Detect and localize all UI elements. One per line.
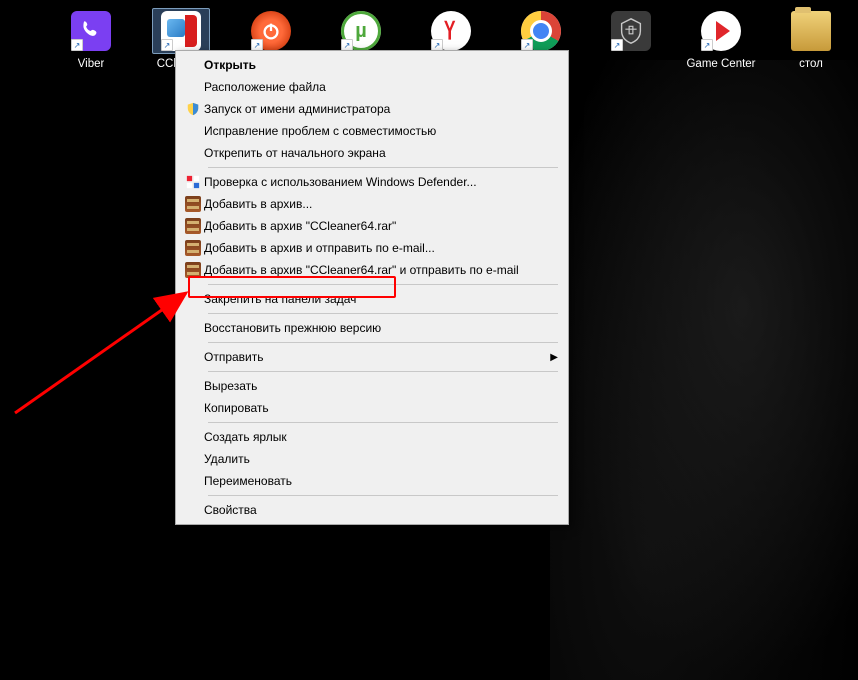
menu-item-file-location[interactable]: Расположение файла — [178, 76, 566, 98]
menu-item-label: Копировать — [204, 401, 558, 415]
menu-item-cut[interactable]: Вырезать — [178, 375, 566, 397]
menu-item-add-archive-named[interactable]: Добавить в архив "CCleaner64.rar" — [178, 215, 566, 237]
menu-item-add-archive[interactable]: Добавить в архив... — [178, 193, 566, 215]
menu-item-label: Свойства — [204, 503, 558, 517]
menu-item-open[interactable]: Открыть — [178, 54, 566, 76]
menu-separator — [208, 371, 558, 372]
menu-item-unpin-start[interactable]: Открепить от начального экрана — [178, 142, 566, 164]
winrar-icon — [182, 261, 204, 279]
desktop-background-texture — [550, 60, 858, 680]
blank-icon — [182, 56, 204, 74]
menu-item-defender-scan[interactable]: Проверка с использованием Windows Defend… — [178, 171, 566, 193]
desktop-icon-game-center[interactable]: ↗ Game Center — [690, 8, 752, 70]
menu-item-compatibility[interactable]: Исправление проблем с совместимостью — [178, 120, 566, 142]
menu-item-label: Исправление проблем с совместимостью — [204, 124, 558, 138]
shortcut-arrow-icon: ↗ — [71, 39, 83, 51]
defender-icon — [182, 173, 204, 191]
menu-item-label: Удалить — [204, 452, 558, 466]
blank-icon — [182, 501, 204, 519]
menu-item-label: Добавить в архив... — [204, 197, 558, 211]
menu-item-run-as-admin[interactable]: Запуск от имени администратора — [178, 98, 566, 120]
menu-item-pin-taskbar[interactable]: Закрепить на панели задач — [178, 288, 566, 310]
shortcut-arrow-icon: ↗ — [611, 39, 623, 51]
desktop-icon-label: Viber — [78, 58, 105, 70]
menu-item-label: Восстановить прежнюю версию — [204, 321, 558, 335]
blank-icon — [182, 78, 204, 96]
menu-item-send-to[interactable]: Отправить ▶ — [178, 346, 566, 368]
desktop-icon-wot[interactable]: ↗ — [600, 8, 662, 70]
desktop-icon-viber[interactable]: ↗ Viber — [60, 8, 122, 70]
blank-icon — [182, 428, 204, 446]
shortcut-arrow-icon: ↗ — [701, 39, 713, 51]
menu-item-label: Проверка с использованием Windows Defend… — [204, 175, 558, 189]
blank-icon — [182, 144, 204, 162]
menu-item-label: Закрепить на панели задач — [204, 292, 558, 306]
menu-item-label: Добавить в архив и отправить по e-mail..… — [204, 241, 558, 255]
menu-item-label: Расположение файла — [204, 80, 558, 94]
winrar-icon — [182, 195, 204, 213]
menu-item-label: Отправить — [204, 350, 550, 364]
uac-shield-icon — [182, 100, 204, 118]
blank-icon — [182, 319, 204, 337]
desktop-icon-folder-stol[interactable]: стол — [780, 8, 842, 70]
desktop-icon-label: Game Center — [686, 58, 755, 70]
menu-item-label: Вырезать — [204, 379, 558, 393]
winrar-icon — [182, 217, 204, 235]
menu-item-copy[interactable]: Копировать — [178, 397, 566, 419]
menu-item-delete[interactable]: Удалить — [178, 448, 566, 470]
menu-item-label: Создать ярлык — [204, 430, 558, 444]
desktop-icon-label: стол — [799, 58, 823, 70]
menu-item-add-archive-named-email[interactable]: Добавить в архив "CCleaner64.rar" и отпр… — [178, 259, 566, 281]
menu-item-label: Открыть — [204, 58, 558, 72]
context-menu: Открыть Расположение файла Запуск от име… — [175, 50, 569, 525]
menu-separator — [208, 313, 558, 314]
menu-item-create-shortcut[interactable]: Создать ярлык — [178, 426, 566, 448]
menu-separator — [208, 495, 558, 496]
blank-icon — [182, 377, 204, 395]
winrar-icon — [182, 239, 204, 257]
menu-separator — [208, 342, 558, 343]
menu-item-label: Добавить в архив "CCleaner64.rar" и отпр… — [204, 263, 558, 277]
menu-separator — [208, 422, 558, 423]
menu-item-label: Открепить от начального экрана — [204, 146, 558, 160]
blank-icon — [182, 472, 204, 490]
menu-item-rename[interactable]: Переименовать — [178, 470, 566, 492]
menu-item-label: Запуск от имени администратора — [204, 102, 558, 116]
blank-icon — [182, 122, 204, 140]
menu-item-label: Переименовать — [204, 474, 558, 488]
blank-icon — [182, 399, 204, 417]
menu-separator — [208, 167, 558, 168]
submenu-arrow-icon: ▶ — [550, 352, 558, 363]
blank-icon — [182, 290, 204, 308]
blank-icon — [182, 450, 204, 468]
menu-separator — [208, 284, 558, 285]
folder-icon — [791, 11, 831, 51]
blank-icon — [182, 348, 204, 366]
menu-item-restore-previous[interactable]: Восстановить прежнюю версию — [178, 317, 566, 339]
menu-item-label: Добавить в архив "CCleaner64.rar" — [204, 219, 558, 233]
shortcut-arrow-icon: ↗ — [161, 39, 173, 51]
menu-item-properties[interactable]: Свойства — [178, 499, 566, 521]
menu-item-add-archive-email[interactable]: Добавить в архив и отправить по e-mail..… — [178, 237, 566, 259]
